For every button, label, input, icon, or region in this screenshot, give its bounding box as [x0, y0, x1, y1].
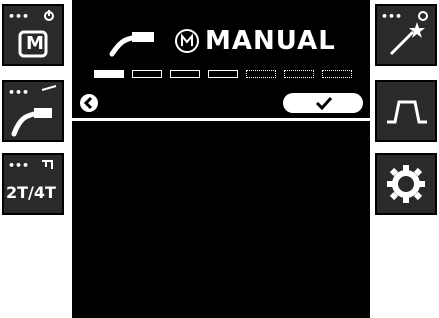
back-button[interactable] — [80, 94, 98, 112]
step-progress — [94, 70, 354, 82]
progress-step — [208, 70, 238, 78]
title-row: MANUAL — [72, 20, 370, 60]
divider — [72, 118, 370, 121]
pulse-waveform-icon — [387, 100, 427, 124]
progress-step-pending — [284, 70, 314, 78]
torch-icon — [11, 85, 57, 137]
trigger-mode-label: 2T/4T — [6, 183, 56, 202]
synergic-wizard-button[interactable]: ••• — [375, 4, 437, 66]
page-title: MANUAL — [205, 26, 336, 56]
trigger-icon — [42, 160, 53, 169]
progress-step-pending — [322, 70, 352, 78]
main-screen: MANUAL — [72, 0, 370, 318]
checkmark-icon — [315, 96, 333, 111]
confirm-button[interactable] — [283, 93, 363, 113]
nav-row — [72, 92, 370, 114]
pulse-waveform-button[interactable] — [375, 80, 437, 142]
manual-mode-icon — [175, 29, 199, 53]
gear-icon — [387, 165, 425, 203]
progress-step-active — [94, 70, 124, 78]
trigger-mode-button[interactable]: ••• 2T/4T — [2, 153, 64, 215]
process-torch-button[interactable]: ••• — [2, 80, 64, 142]
progress-step — [170, 70, 200, 78]
settings-button[interactable] — [375, 153, 437, 215]
mode-label: M — [26, 33, 44, 54]
wire-spark-wand-icon — [389, 11, 428, 56]
progress-step-pending — [246, 70, 276, 78]
back-chevron-icon — [83, 96, 93, 110]
progress-step — [132, 70, 162, 78]
mode-select-button[interactable]: ••• M — [2, 4, 64, 66]
